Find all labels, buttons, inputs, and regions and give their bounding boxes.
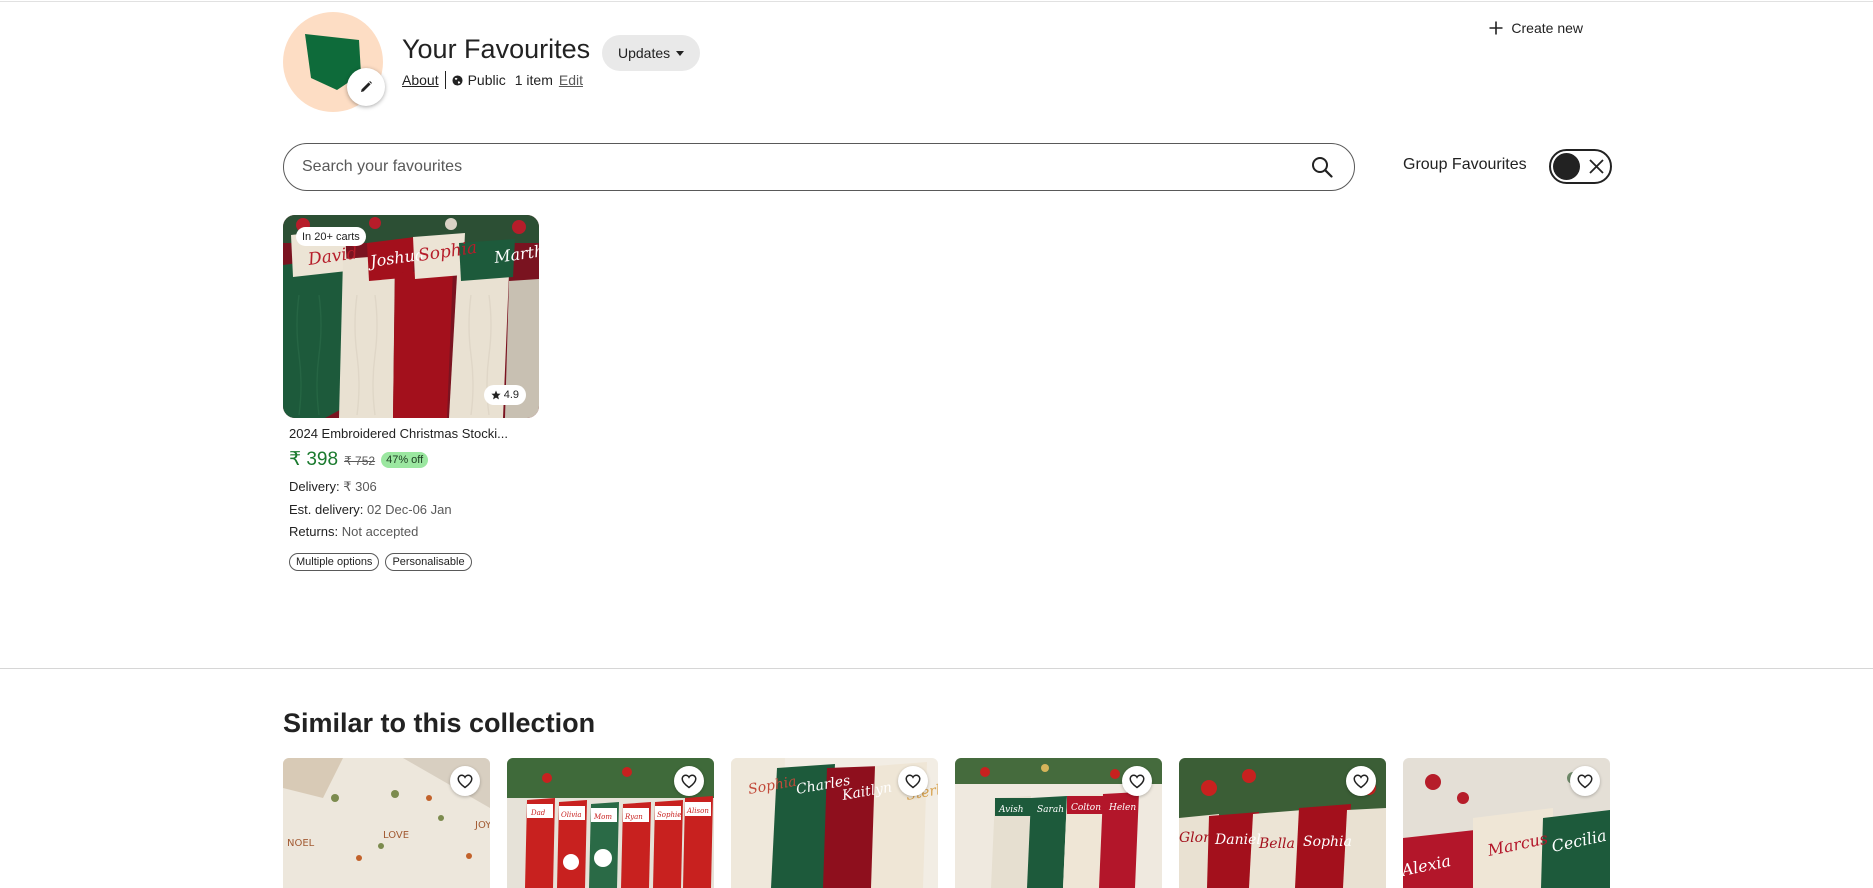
favourite-button[interactable] (898, 766, 928, 796)
collection-avatar[interactable] (283, 12, 385, 112)
collection-meta: About Public 1 item Edit (402, 71, 583, 89)
section-divider (0, 668, 1873, 669)
updates-dropdown-button[interactable]: Updates (602, 35, 701, 71)
similar-listings-row: NOEL LOVE JOY Dad Olivia Mom Ryan Sophie… (283, 758, 1613, 888)
discount-badge: 47% off (381, 451, 429, 468)
edit-avatar-button[interactable] (347, 68, 385, 106)
heart-icon (1577, 774, 1593, 788)
svg-text:LOVE: LOVE (383, 830, 409, 841)
returns-policy: Returns: Not accepted (289, 524, 541, 539)
pencil-icon (361, 81, 372, 92)
sale-price: ₹ 398 (289, 449, 339, 470)
svg-text:Ryan: Ryan (624, 813, 643, 821)
search-icon (1312, 157, 1333, 178)
svg-text:Sarah: Sarah (1037, 805, 1064, 815)
plus-icon (1489, 21, 1503, 35)
listing-tags: Multiple options Personalisable (289, 553, 541, 571)
star-icon (491, 390, 501, 400)
visibility-status: Public (467, 72, 506, 88)
similar-section-title: Similar to this collection (283, 708, 596, 738)
similar-listing-card[interactable]: Gloria Daniel Bella Sophia (1179, 758, 1386, 888)
est-delivery-value: 02 Dec-06 Jan (367, 502, 452, 517)
favourite-button[interactable] (1122, 766, 1152, 796)
top-divider (0, 1, 1873, 2)
carts-badge: In 20+ carts (296, 227, 366, 246)
similar-listing-card[interactable]: Alexia Marcus Cecilia (1403, 758, 1610, 888)
svg-text:Avish: Avish (998, 805, 1024, 815)
collection-header: Your Favourites Updates About Public 1 i… (283, 12, 1613, 112)
heart-icon (1129, 774, 1145, 788)
returns-label: Returns: (289, 524, 339, 539)
updates-label: Updates (618, 45, 671, 61)
rating-badge: 4.9 (483, 385, 526, 405)
estimated-delivery: Est. delivery: 02 Dec-06 Jan (289, 502, 541, 517)
listing-card[interactable]: David Joshua Sophia Martha In 20+ carts … (283, 215, 541, 571)
close-icon (1589, 159, 1604, 174)
similar-listing-card[interactable]: NOEL LOVE JOY (283, 758, 490, 888)
favourite-button[interactable] (1570, 766, 1600, 796)
svg-text:Daniel: Daniel (1214, 832, 1261, 848)
est-delivery-label: Est. delivery: (289, 502, 364, 517)
similar-listing-card[interactable]: Sophia Charles Kaitlyn Sterling (731, 758, 938, 888)
heart-icon (457, 774, 473, 788)
favourite-button[interactable] (1346, 766, 1376, 796)
svg-text:Olivia: Olivia (561, 811, 582, 819)
listing-image[interactable]: David Joshua Sophia Martha In 20+ carts … (283, 215, 539, 418)
group-favourites-toggle[interactable] (1549, 149, 1612, 184)
toggle-knob (1553, 153, 1580, 180)
favourite-button[interactable] (674, 766, 704, 796)
tag-multiple-options: Multiple options (289, 553, 380, 571)
svg-text:Dad: Dad (530, 809, 546, 817)
delivery-label: Delivery: (289, 479, 340, 494)
favourites-search-bar (283, 143, 1355, 191)
returns-value: Not accepted (341, 524, 419, 539)
listing-title[interactable]: 2024 Embroidered Christmas Stocki... (289, 426, 539, 441)
meta-separator (444, 71, 446, 89)
delivery-value: ₹ 306 (343, 479, 377, 494)
search-input[interactable] (302, 144, 1262, 189)
page-title: Your Favourites (402, 34, 591, 64)
favourite-button[interactable] (450, 766, 480, 796)
heart-icon (1353, 774, 1369, 788)
heart-icon (905, 774, 921, 788)
delivery-cost: Delivery: ₹ 306 (289, 479, 541, 495)
svg-text:Bella: Bella (1258, 836, 1295, 852)
item-count: 1 item (514, 72, 553, 88)
group-favourites-label: Group Favourites (1403, 156, 1527, 173)
tag-personalisable: Personalisable (385, 553, 472, 571)
svg-text:Helen: Helen (1108, 803, 1136, 813)
edit-link[interactable]: Edit (559, 72, 583, 88)
similar-listing-card[interactable]: Avish Sarah Colton Helen (955, 758, 1162, 888)
svg-text:JOY: JOY (474, 820, 490, 831)
heart-icon (681, 774, 697, 788)
rating-value: 4.9 (503, 389, 519, 401)
svg-text:Mom: Mom (593, 813, 612, 821)
create-new-label: Create new (1511, 20, 1583, 36)
price-row: ₹ 398 ₹ 752 47% off (289, 448, 541, 471)
svg-text:NOEL: NOEL (287, 838, 315, 849)
svg-text:Colton: Colton (1071, 803, 1101, 813)
search-button[interactable] (1310, 155, 1334, 179)
original-price: ₹ 752 (344, 454, 376, 468)
svg-text:Sophia: Sophia (1303, 834, 1352, 850)
svg-text:Alison: Alison (686, 807, 709, 815)
svg-text:Sophie: Sophie (657, 811, 681, 819)
globe-icon (452, 74, 463, 86)
similar-listing-card[interactable]: Dad Olivia Mom Ryan Sophie Alison (507, 758, 714, 888)
about-link[interactable]: About (402, 72, 439, 88)
caret-down-icon (676, 50, 685, 56)
create-new-button[interactable]: Create new (1488, 20, 1583, 36)
